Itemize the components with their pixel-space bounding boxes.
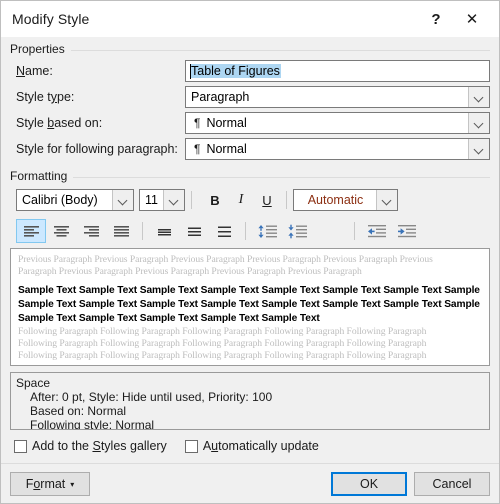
chevron-down-icon[interactable] bbox=[468, 113, 489, 133]
properties-group: Properties Name: Table of Figures Style … bbox=[10, 42, 490, 160]
pilcrow-icon: ¶ bbox=[194, 142, 201, 156]
toolbar-divider bbox=[245, 222, 246, 240]
properties-legend: Properties bbox=[10, 42, 71, 56]
text-caret bbox=[190, 64, 191, 79]
help-icon[interactable]: ? bbox=[418, 4, 454, 34]
formatting-group: Formatting Calibri (Body) 11 B I U Autom… bbox=[10, 169, 490, 430]
style-following-row: Style for following paragraph: ¶ Normal bbox=[10, 138, 490, 160]
ok-button[interactable]: OK bbox=[331, 471, 407, 496]
style-based-on-select[interactable]: ¶ Normal bbox=[185, 112, 490, 134]
style-based-on-label: Style based on: bbox=[16, 116, 103, 130]
style-based-on-row: Style based on: ¶ Normal bbox=[10, 112, 490, 134]
name-input[interactable]: Table of Figures bbox=[185, 60, 490, 82]
dialog-body: Properties Name: Table of Figures Style … bbox=[1, 42, 499, 478]
properties-group-rule bbox=[10, 50, 490, 51]
font-family-value: Calibri (Body) bbox=[22, 193, 98, 207]
preview-previous-line: Paragraph Previous Paragraph Previous Pa… bbox=[18, 266, 362, 277]
line-spacing-1-5-button[interactable] bbox=[179, 219, 209, 243]
style-preview: Previous Paragraph Previous Paragraph Pr… bbox=[10, 248, 490, 366]
style-following-label: Style for following paragraph: bbox=[16, 142, 178, 156]
font-size-value: 11 bbox=[145, 193, 158, 207]
toolbar-divider bbox=[142, 222, 143, 240]
preview-following-line: Following Paragraph Following Paragraph … bbox=[18, 326, 427, 337]
style-based-on-value: Normal bbox=[206, 116, 247, 130]
dialog-title: Modify Style bbox=[12, 11, 90, 27]
align-left-button[interactable] bbox=[16, 219, 46, 243]
font-size-select[interactable]: 11 bbox=[139, 189, 185, 211]
description-line: Space bbox=[16, 376, 51, 390]
toolbar-divider bbox=[354, 222, 355, 240]
style-description: Space After: 0 pt, Style: Hide until use… bbox=[10, 372, 490, 430]
decrease-paragraph-spacing-button[interactable] bbox=[282, 219, 312, 243]
toolbar-divider bbox=[286, 191, 287, 209]
title-bar: Modify Style ? ✕ bbox=[1, 1, 499, 37]
decrease-indent-button[interactable] bbox=[361, 219, 391, 243]
align-justify-button[interactable] bbox=[106, 219, 136, 243]
bold-button[interactable]: B bbox=[202, 189, 228, 211]
name-row: Name: Table of Figures bbox=[10, 60, 490, 82]
chevron-down-icon[interactable] bbox=[163, 190, 184, 210]
align-center-button[interactable] bbox=[46, 219, 76, 243]
chevron-down-icon[interactable] bbox=[376, 190, 397, 210]
preview-sample-line: Sample Text Sample Text Sample Text Samp… bbox=[18, 285, 482, 296]
caret-down-icon: ▾ bbox=[70, 479, 75, 489]
description-line: Based on: Normal bbox=[30, 404, 127, 418]
preview-sample-line: Sample Text Sample Text Sample Text Samp… bbox=[18, 299, 482, 310]
format-button[interactable]: Format ▾ bbox=[10, 471, 90, 496]
toolbar-divider bbox=[191, 191, 192, 209]
paragraph-toolbar bbox=[10, 218, 490, 244]
preview-following-line: Following Paragraph Following Paragraph … bbox=[18, 350, 427, 361]
style-type-select[interactable]: Paragraph bbox=[185, 86, 490, 108]
add-to-styles-gallery-label: Add to the Styles gallery bbox=[32, 439, 167, 453]
name-label: Name: bbox=[16, 64, 53, 78]
automatically-update-label: Automatically update bbox=[202, 439, 319, 453]
style-following-select[interactable]: ¶ Normal bbox=[185, 138, 490, 160]
checkbox-row: Add to the Styles gallery Automatically … bbox=[10, 437, 490, 455]
description-line: Following style: Normal bbox=[30, 418, 155, 430]
formatting-group-rule bbox=[10, 177, 490, 178]
add-to-styles-gallery-checkbox[interactable]: Add to the Styles gallery bbox=[14, 439, 167, 453]
chevron-down-icon[interactable] bbox=[468, 139, 489, 159]
description-line: After: 0 pt, Style: Hide until used, Pri… bbox=[30, 390, 273, 404]
font-style-buttons: B I U bbox=[202, 189, 280, 211]
line-spacing-single-button[interactable] bbox=[149, 219, 179, 243]
chevron-down-icon[interactable] bbox=[468, 87, 489, 107]
cancel-button[interactable]: Cancel bbox=[414, 471, 490, 496]
dialog-footer: Format ▾ OK Cancel bbox=[1, 463, 499, 503]
preview-following-line: Following Paragraph Following Paragraph … bbox=[18, 338, 427, 349]
italic-button[interactable]: I bbox=[228, 189, 254, 211]
font-color-select[interactable]: Automatic bbox=[293, 189, 398, 211]
increase-indent-button[interactable] bbox=[391, 219, 421, 243]
formatting-legend: Formatting bbox=[10, 169, 74, 183]
name-input-value: Table of Figures bbox=[190, 64, 281, 78]
automatically-update-checkbox[interactable]: Automatically update bbox=[184, 439, 319, 453]
title-bar-buttons: ? ✕ bbox=[418, 1, 499, 37]
modify-style-dialog: Modify Style ? ✕ Properties Name: Table … bbox=[0, 0, 500, 504]
format-button-label: Format bbox=[25, 476, 66, 491]
checkbox-box bbox=[14, 439, 27, 453]
line-spacing-double-button[interactable] bbox=[209, 219, 239, 243]
style-type-value: Paragraph bbox=[191, 90, 250, 104]
style-following-value: Normal bbox=[206, 142, 247, 156]
font-toolbar: Calibri (Body) 11 B I U Automatic bbox=[10, 188, 490, 212]
align-right-button[interactable] bbox=[76, 219, 106, 243]
underline-button[interactable]: U bbox=[254, 189, 280, 211]
style-type-label: Style type: bbox=[16, 90, 75, 104]
preview-sample-line: Sample Text Sample Text Sample Text Samp… bbox=[18, 313, 320, 324]
style-type-row: Style type: Paragraph bbox=[10, 86, 490, 108]
preview-previous-line: Previous Paragraph Previous Paragraph Pr… bbox=[18, 254, 433, 265]
chevron-down-icon[interactable] bbox=[112, 190, 133, 210]
close-icon[interactable]: ✕ bbox=[454, 4, 490, 34]
increase-paragraph-spacing-button[interactable] bbox=[252, 219, 282, 243]
font-family-select[interactable]: Calibri (Body) bbox=[16, 189, 134, 211]
pilcrow-icon: ¶ bbox=[194, 116, 201, 130]
checkbox-box bbox=[184, 439, 198, 453]
